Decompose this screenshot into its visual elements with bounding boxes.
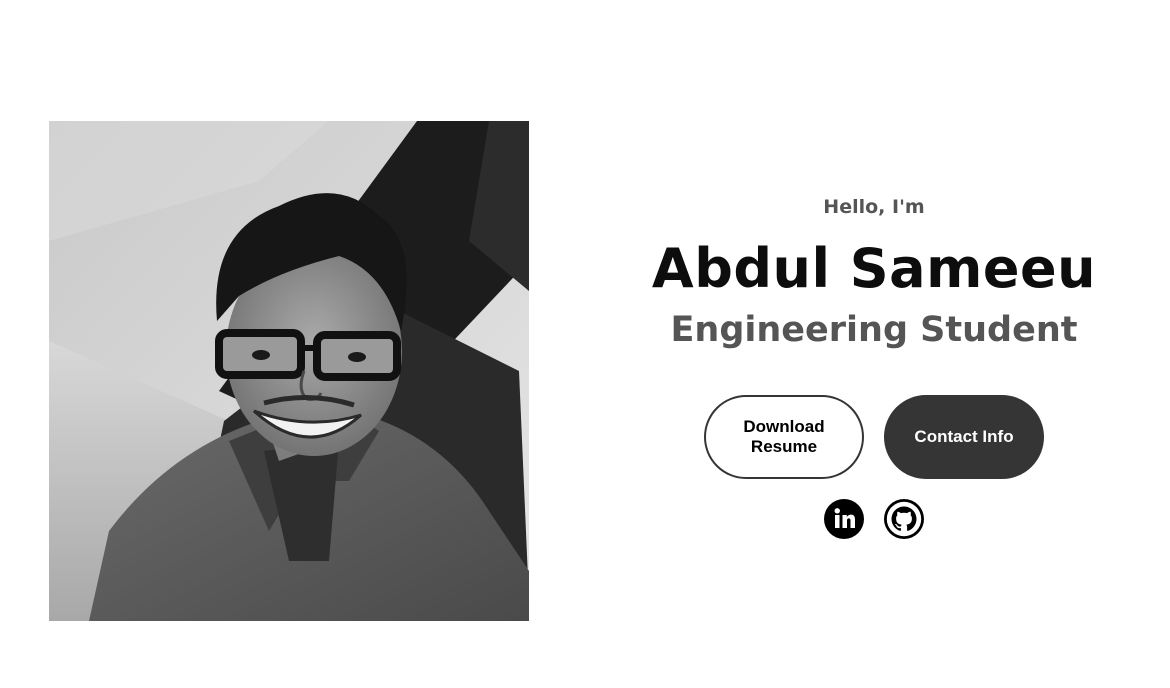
github-icon[interactable]	[883, 498, 925, 540]
profile-photo	[49, 121, 529, 621]
role-title: Engineering Student	[670, 310, 1078, 350]
portfolio-hero-page: Hello, I'm Abdul Sameeu Engineering Stud…	[0, 0, 1170, 688]
linkedin-icon[interactable]	[823, 498, 865, 540]
social-links	[823, 498, 927, 540]
download-resume-button[interactable]: Download Resume	[704, 395, 864, 479]
greeting-text: Hello, I'm	[823, 196, 925, 218]
person-name: Abdul Sameeu	[651, 237, 1097, 300]
action-buttons: Download Resume Contact Info	[704, 395, 1044, 479]
contact-info-button[interactable]: Contact Info	[884, 395, 1044, 479]
intro-section: Hello, I'm Abdul Sameeu Engineering Stud…	[620, 195, 1128, 351]
